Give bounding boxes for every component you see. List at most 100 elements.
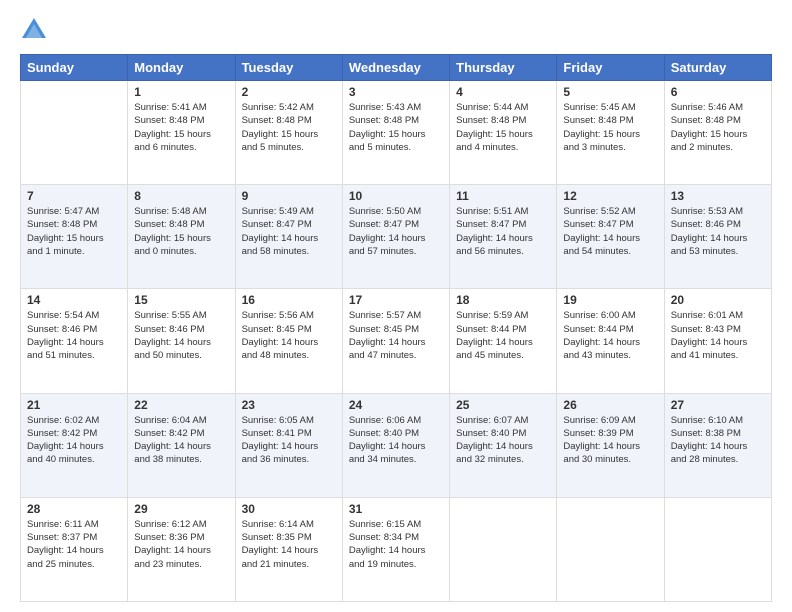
week-row-1: 1 Sunrise: 5:41 AM Sunset: 8:48 PM Daylig…: [21, 81, 772, 185]
calendar-table: SundayMondayTuesdayWednesdayThursdayFrid…: [20, 54, 772, 602]
day-number: 17: [349, 293, 443, 307]
calendar-cell: 20 Sunrise: 6:01 AM Sunset: 8:43 PM Dayli…: [664, 289, 771, 393]
calendar-cell: 23Sunrise: 6:05 AM Sunset: 8:41 PM Dayli…: [235, 393, 342, 497]
calendar-cell: 17 Sunrise: 5:57 AM Sunset: 8:45 PM Dayli…: [342, 289, 449, 393]
weekday-sunday: Sunday: [21, 55, 128, 81]
day-info: Sunrise: 5:47 AM Sunset: 8:48 PM Dayligh…: [27, 205, 121, 258]
calendar-cell: 11 Sunrise: 5:51 AM Sunset: 8:47 PM Dayli…: [450, 185, 557, 289]
weekday-header-row: SundayMondayTuesdayWednesdayThursdayFrid…: [21, 55, 772, 81]
calendar-cell: 12 Sunrise: 5:52 AM Sunset: 8:47 PM Dayli…: [557, 185, 664, 289]
day-number: 15: [134, 293, 228, 307]
day-number: 30: [242, 502, 336, 516]
day-info: Sunrise: 6:00 AM Sunset: 8:44 PM Dayligh…: [563, 309, 657, 362]
calendar-cell: 28 Sunrise: 6:11 AM Sunset: 8:37 PM Dayli…: [21, 497, 128, 601]
weekday-wednesday: Wednesday: [342, 55, 449, 81]
day-number: 23: [242, 398, 336, 412]
day-number: 19: [563, 293, 657, 307]
day-info: Sunrise: 5:42 AM Sunset: 8:48 PM Dayligh…: [242, 101, 336, 154]
calendar-cell: 6 Sunrise: 5:46 AM Sunset: 8:48 PM Daylig…: [664, 81, 771, 185]
calendar-cell: 19 Sunrise: 6:00 AM Sunset: 8:44 PM Dayli…: [557, 289, 664, 393]
calendar-cell: [557, 497, 664, 601]
day-info: Sunrise: 5:56 AM Sunset: 8:45 PM Dayligh…: [242, 309, 336, 362]
day-number: 3: [349, 85, 443, 99]
day-info: Sunrise: 6:01 AM Sunset: 8:43 PM Dayligh…: [671, 309, 765, 362]
day-info: Sunrise: 5:51 AM Sunset: 8:47 PM Dayligh…: [456, 205, 550, 258]
day-number: 29: [134, 502, 228, 516]
calendar-cell: 1 Sunrise: 5:41 AM Sunset: 8:48 PM Daylig…: [128, 81, 235, 185]
weekday-monday: Monday: [128, 55, 235, 81]
day-number: 9: [242, 189, 336, 203]
day-info: Sunrise: 5:54 AM Sunset: 8:46 PM Dayligh…: [27, 309, 121, 362]
day-number: 5: [563, 85, 657, 99]
day-number: 20: [671, 293, 765, 307]
day-info: Sunrise: 5:52 AM Sunset: 8:47 PM Dayligh…: [563, 205, 657, 258]
day-number: 16: [242, 293, 336, 307]
day-number: 14: [27, 293, 121, 307]
day-number: 31: [349, 502, 443, 516]
calendar-cell: 9 Sunrise: 5:49 AM Sunset: 8:47 PM Daylig…: [235, 185, 342, 289]
day-info: Sunrise: 6:11 AM Sunset: 8:37 PM Dayligh…: [27, 518, 121, 571]
calendar-cell: 24 Sunrise: 6:06 AM Sunset: 8:40 PM Dayli…: [342, 393, 449, 497]
day-info: Sunrise: 5:45 AM Sunset: 8:48 PM Dayligh…: [563, 101, 657, 154]
calendar-cell: 26Sunrise: 6:09 AM Sunset: 8:39 PM Dayli…: [557, 393, 664, 497]
day-info: Sunrise: 5:59 AM Sunset: 8:44 PM Dayligh…: [456, 309, 550, 362]
day-info: Sunrise: 5:44 AM Sunset: 8:48 PM Dayligh…: [456, 101, 550, 154]
day-info: Sunrise: 6:04 AM Sunset: 8:42 PM Dayligh…: [134, 414, 228, 467]
day-info: Sunrise: 5:53 AM Sunset: 8:46 PM Dayligh…: [671, 205, 765, 258]
day-number: 6: [671, 85, 765, 99]
day-info: Sunrise: 6:07 AM Sunset: 8:40 PM Dayligh…: [456, 414, 550, 467]
day-number: 27: [671, 398, 765, 412]
weekday-tuesday: Tuesday: [235, 55, 342, 81]
day-number: 7: [27, 189, 121, 203]
week-row-2: 7 Sunrise: 5:47 AM Sunset: 8:48 PM Daylig…: [21, 185, 772, 289]
calendar-cell: 21Sunrise: 6:02 AM Sunset: 8:42 PM Dayli…: [21, 393, 128, 497]
day-info: Sunrise: 6:15 AM Sunset: 8:34 PM Dayligh…: [349, 518, 443, 571]
calendar-cell: 13 Sunrise: 5:53 AM Sunset: 8:46 PM Dayli…: [664, 185, 771, 289]
day-info: Sunrise: 5:46 AM Sunset: 8:48 PM Dayligh…: [671, 101, 765, 154]
weekday-saturday: Saturday: [664, 55, 771, 81]
weekday-friday: Friday: [557, 55, 664, 81]
day-number: 21: [27, 398, 121, 412]
calendar-cell: [450, 497, 557, 601]
week-row-3: 14 Sunrise: 5:54 AM Sunset: 8:46 PM Dayli…: [21, 289, 772, 393]
day-number: 12: [563, 189, 657, 203]
day-number: 28: [27, 502, 121, 516]
day-info: Sunrise: 5:49 AM Sunset: 8:47 PM Dayligh…: [242, 205, 336, 258]
calendar-cell: 8Sunrise: 5:48 AM Sunset: 8:48 PM Daylig…: [128, 185, 235, 289]
day-number: 18: [456, 293, 550, 307]
day-number: 1: [134, 85, 228, 99]
calendar-cell: 31 Sunrise: 6:15 AM Sunset: 8:34 PM Dayli…: [342, 497, 449, 601]
day-info: Sunrise: 6:10 AM Sunset: 8:38 PM Dayligh…: [671, 414, 765, 467]
calendar-cell: 16 Sunrise: 5:56 AM Sunset: 8:45 PM Dayli…: [235, 289, 342, 393]
calendar-cell: 2 Sunrise: 5:42 AM Sunset: 8:48 PM Daylig…: [235, 81, 342, 185]
day-info: Sunrise: 6:09 AM Sunset: 8:39 PM Dayligh…: [563, 414, 657, 467]
calendar-cell: 14 Sunrise: 5:54 AM Sunset: 8:46 PM Dayli…: [21, 289, 128, 393]
day-info: Sunrise: 5:55 AM Sunset: 8:46 PM Dayligh…: [134, 309, 228, 362]
week-row-5: 28 Sunrise: 6:11 AM Sunset: 8:37 PM Dayli…: [21, 497, 772, 601]
day-number: 2: [242, 85, 336, 99]
day-info: Sunrise: 5:57 AM Sunset: 8:45 PM Dayligh…: [349, 309, 443, 362]
calendar-cell: [664, 497, 771, 601]
calendar-cell: [21, 81, 128, 185]
calendar-cell: 5 Sunrise: 5:45 AM Sunset: 8:48 PM Daylig…: [557, 81, 664, 185]
day-info: Sunrise: 5:48 AM Sunset: 8:48 PM Dayligh…: [134, 205, 228, 258]
day-number: 24: [349, 398, 443, 412]
day-number: 13: [671, 189, 765, 203]
calendar-cell: 3 Sunrise: 5:43 AM Sunset: 8:48 PM Daylig…: [342, 81, 449, 185]
day-number: 22: [134, 398, 228, 412]
day-info: Sunrise: 6:06 AM Sunset: 8:40 PM Dayligh…: [349, 414, 443, 467]
day-number: 11: [456, 189, 550, 203]
day-info: Sunrise: 6:14 AM Sunset: 8:35 PM Dayligh…: [242, 518, 336, 571]
day-info: Sunrise: 5:41 AM Sunset: 8:48 PM Dayligh…: [134, 101, 228, 154]
logo: [20, 16, 50, 44]
day-info: Sunrise: 5:50 AM Sunset: 8:47 PM Dayligh…: [349, 205, 443, 258]
day-info: Sunrise: 5:43 AM Sunset: 8:48 PM Dayligh…: [349, 101, 443, 154]
calendar-cell: 15 Sunrise: 5:55 AM Sunset: 8:46 PM Dayli…: [128, 289, 235, 393]
calendar-cell: 4Sunrise: 5:44 AM Sunset: 8:48 PM Daylig…: [450, 81, 557, 185]
calendar-cell: 10Sunrise: 5:50 AM Sunset: 8:47 PM Dayli…: [342, 185, 449, 289]
calendar-cell: 27 Sunrise: 6:10 AM Sunset: 8:38 PM Dayli…: [664, 393, 771, 497]
week-row-4: 21Sunrise: 6:02 AM Sunset: 8:42 PM Dayli…: [21, 393, 772, 497]
page: SundayMondayTuesdayWednesdayThursdayFrid…: [0, 0, 792, 612]
calendar-cell: 30 Sunrise: 6:14 AM Sunset: 8:35 PM Dayli…: [235, 497, 342, 601]
logo-icon: [20, 16, 48, 44]
